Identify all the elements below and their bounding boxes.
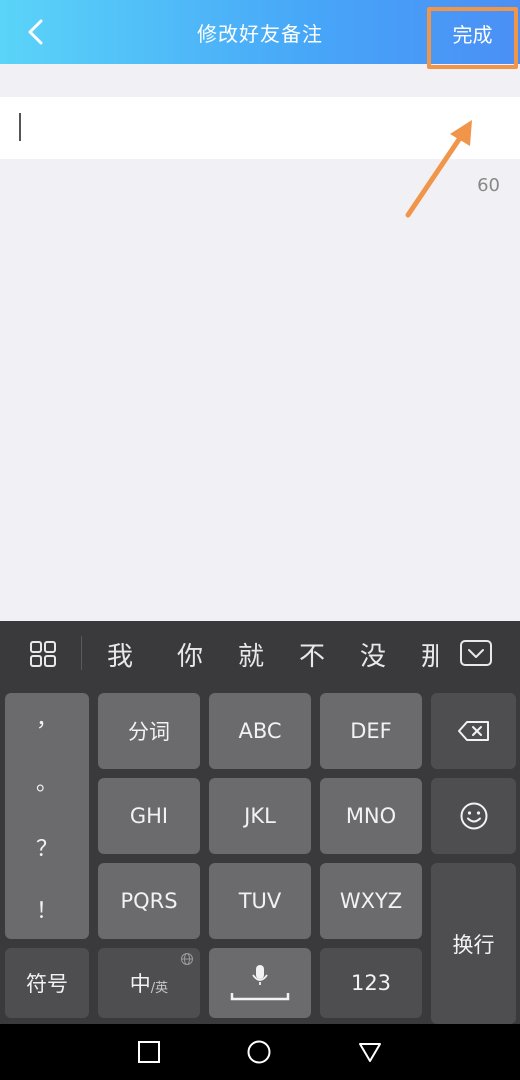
key-pqrs[interactable]: PQRS	[98, 863, 200, 939]
punct-key-question[interactable]: ？	[5, 831, 89, 863]
done-button[interactable]: 完成	[427, 7, 518, 69]
key-tuv[interactable]: TUV	[209, 863, 311, 939]
candidate-word[interactable]: 我	[107, 636, 133, 673]
collapse-keyboard-icon[interactable]	[458, 638, 494, 668]
annotation-arrow-icon	[405, 120, 472, 218]
key-jkl[interactable]: JKL	[209, 778, 311, 854]
candidate-bar: 我 你 就 不 没 那	[0, 621, 520, 685]
system-nav-bar	[0, 1024, 520, 1080]
key-ghi[interactable]: GHI	[98, 778, 200, 854]
zh-label: 中	[129, 972, 151, 996]
newline-key[interactable]: 换行	[431, 863, 516, 1024]
home-circle-icon[interactable]	[247, 1040, 271, 1064]
punct-key-comma[interactable]: ，	[5, 701, 89, 733]
backspace-icon	[457, 721, 489, 741]
microphone-space-icon	[230, 965, 290, 1001]
key-def[interactable]: DEF	[320, 693, 422, 769]
candidate-word[interactable]: 你	[177, 636, 203, 673]
candidate-word[interactable]: 那	[421, 636, 438, 673]
number-key[interactable]: 123	[320, 948, 422, 1018]
backspace-key[interactable]	[431, 693, 516, 769]
back-triangle-icon[interactable]	[358, 1040, 382, 1064]
globe-icon	[181, 953, 193, 965]
recents-square-icon[interactable]	[137, 1040, 161, 1064]
key-abc[interactable]: ABC	[209, 693, 311, 769]
punctuation-column: ， 。 ？ ！	[5, 693, 89, 939]
space-key[interactable]	[209, 948, 311, 1018]
punct-key-exclaim[interactable]: ！	[5, 893, 89, 925]
divider	[81, 636, 82, 670]
candidate-word[interactable]: 就	[238, 636, 264, 673]
language-switch-key[interactable]: 中/英	[98, 948, 200, 1018]
key-fenci[interactable]: 分词	[98, 693, 200, 769]
smiley-icon	[460, 802, 487, 830]
emoji-key[interactable]	[431, 778, 516, 854]
candidate-word[interactable]: 不	[299, 636, 325, 673]
grid-menu-icon[interactable]	[29, 640, 57, 668]
punct-key-period[interactable]: 。	[5, 765, 89, 797]
ime-keyboard: 我 你 就 不 没 那 ， 。 ？ ！ 分词 ABC DEF GHI JKL M…	[0, 621, 520, 1024]
key-wxyz[interactable]: WXYZ	[320, 863, 422, 939]
text-caret	[19, 113, 21, 141]
candidate-word[interactable]: 没	[360, 636, 386, 673]
key-mno[interactable]: MNO	[320, 778, 422, 854]
en-label: /英	[150, 980, 169, 996]
symbols-key[interactable]: 符号	[5, 948, 89, 1018]
char-limit-counter: 60	[477, 175, 500, 196]
